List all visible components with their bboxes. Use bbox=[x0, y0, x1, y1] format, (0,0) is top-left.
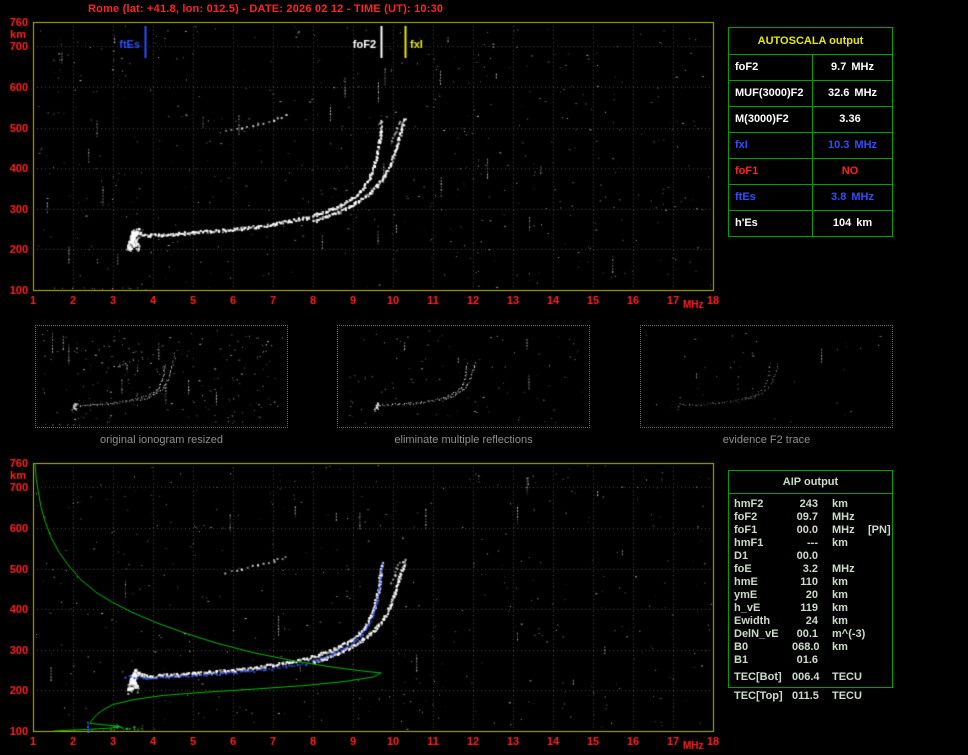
aip-row-foF2: foF2 09.7 MHz bbox=[729, 511, 892, 524]
row-value: 011.5 bbox=[792, 690, 819, 702]
row-value: 20 bbox=[805, 589, 818, 601]
row-value: 9.7 MHz bbox=[831, 61, 874, 73]
aip-row-TEC-bot: TEC[Bot] 006.4 TECU bbox=[729, 671, 892, 684]
row-label: fxI bbox=[729, 133, 813, 158]
aip-row-foF1: foF1 00.0 MHz [PN] bbox=[729, 524, 892, 537]
row-value: 3.8 MHz bbox=[831, 191, 874, 203]
bottom-ionogram-plot bbox=[0, 455, 725, 755]
thumbnail-evidence-f2-trace bbox=[640, 325, 893, 428]
row-unit: km bbox=[832, 615, 848, 627]
aip-row-hmE: hmE 110 km bbox=[729, 576, 892, 589]
aip-row-h_vE: h_vE 119 km bbox=[729, 602, 892, 615]
row-note: [PN] bbox=[868, 524, 891, 536]
top-ionogram-plot bbox=[0, 14, 725, 318]
row-value: 119 bbox=[800, 602, 818, 614]
row-label: foF2 bbox=[734, 511, 758, 523]
aip-row-Ewidth: Ewidth 24 km bbox=[729, 615, 892, 628]
row-unit: MHz bbox=[832, 563, 855, 575]
row-value: 01.6 bbox=[796, 654, 818, 666]
row-value: 243 bbox=[799, 498, 818, 510]
row-value: 00.1 bbox=[796, 628, 818, 640]
aip-row-ymE: ymE 20 km bbox=[729, 589, 892, 602]
row-unit: km bbox=[832, 537, 848, 549]
thumbnail-caption: original ionogram resized bbox=[100, 434, 223, 446]
row-value: 32.6 MHz bbox=[827, 87, 878, 99]
row-unit: km bbox=[832, 602, 848, 614]
thumbnail-caption: evidence F2 trace bbox=[722, 434, 811, 446]
row-label: ftEs bbox=[729, 185, 813, 210]
row-label: hmE bbox=[734, 576, 758, 588]
row-label: DelN_vE bbox=[734, 628, 779, 640]
table-row-foF1: foF1 NO bbox=[729, 159, 892, 185]
row-label: B0 bbox=[734, 641, 749, 653]
table-row-ftEs: ftEs 3.8 MHz bbox=[729, 185, 892, 211]
aip-row-D1: D1 00.0 bbox=[729, 550, 892, 563]
row-unit: m^(-3) bbox=[832, 628, 866, 640]
row-value: NO bbox=[841, 165, 859, 177]
row-unit: TECU bbox=[832, 690, 862, 702]
row-value: 110 bbox=[800, 576, 818, 588]
row-value: 00.0 bbox=[796, 524, 818, 536]
row-value: 3.36 bbox=[839, 113, 861, 125]
row-value: 24 bbox=[805, 615, 818, 627]
row-label: hmF2 bbox=[734, 498, 764, 510]
row-value: --- bbox=[807, 537, 818, 549]
row-label: h_vE bbox=[734, 602, 761, 614]
row-label: B1 bbox=[734, 654, 749, 666]
aip-row-B0: B0 068.0 km bbox=[729, 641, 892, 654]
row-label: ymE bbox=[734, 589, 758, 601]
row-value: 09.7 bbox=[796, 511, 818, 523]
row-label: foF1 bbox=[729, 159, 813, 184]
row-value: 104 km bbox=[832, 217, 873, 229]
row-unit: km bbox=[832, 589, 848, 601]
aip-row-foE: foE 3.2 MHz bbox=[729, 563, 892, 576]
row-unit: km bbox=[832, 576, 848, 588]
autoscala-output-table: AUTOSCALA output foF2 9.7 MHz MUF(3000)F2… bbox=[728, 27, 893, 237]
row-label: foF1 bbox=[734, 524, 758, 536]
row-label: M(3000)F2 bbox=[729, 107, 813, 132]
aip-row-hmF1: hmF1 --- km bbox=[729, 537, 892, 550]
row-value: 10.3 MHz bbox=[827, 139, 878, 151]
autoscala-table-title: AUTOSCALA output bbox=[729, 28, 892, 55]
table-row-foF2: foF2 9.7 MHz bbox=[729, 55, 892, 81]
aip-output-panel: AIP output hmF2 243 km foF2 09.7 MHz foF1 00.… bbox=[728, 470, 893, 703]
row-value: 068.0 bbox=[792, 641, 820, 653]
row-value: 00.0 bbox=[796, 550, 818, 562]
aip-table-title: AIP output bbox=[729, 471, 892, 494]
aip-row-B1: B1 01.6 bbox=[729, 654, 892, 667]
row-label: foE bbox=[734, 563, 752, 575]
row-label: TEC[Top] bbox=[734, 690, 783, 702]
row-unit bbox=[818, 654, 864, 667]
row-value: 3.2 bbox=[802, 563, 818, 575]
row-value: 006.4 bbox=[792, 671, 820, 683]
row-label: MUF(3000)F2 bbox=[729, 81, 813, 106]
row-label: h'Es bbox=[729, 211, 813, 236]
table-row-fxI: fxI 10.3 MHz bbox=[729, 133, 892, 159]
aip-row-DelN_vE: DelN_vE 00.1 m^(-3) bbox=[729, 628, 892, 641]
aip-row-TEC-top: TEC[Top] 011.5 TECU bbox=[728, 690, 893, 703]
row-unit: km bbox=[832, 641, 848, 653]
table-row-muf3000f2: MUF(3000)F2 32.6 MHz bbox=[729, 81, 892, 107]
aip-output-table: AIP output hmF2 243 km foF2 09.7 MHz foF1 00.… bbox=[728, 470, 893, 688]
row-unit: MHz bbox=[832, 511, 855, 523]
autoscala-screen: Rome (lat: +41.8, lon: 012.5) - DATE: 20… bbox=[0, 0, 968, 755]
row-label: Ewidth bbox=[734, 615, 771, 627]
thumbnail-original-ionogram bbox=[35, 325, 288, 428]
row-label: foF2 bbox=[729, 55, 813, 80]
row-unit: TECU bbox=[832, 671, 862, 683]
row-unit: MHz bbox=[832, 524, 855, 536]
table-row-m3000f2: M(3000)F2 3.36 bbox=[729, 107, 892, 133]
row-label: TEC[Bot] bbox=[734, 671, 782, 683]
table-row-hEs: h'Es 104 km bbox=[729, 211, 892, 236]
row-unit: km bbox=[832, 498, 848, 510]
thumbnail-caption: eliminate multiple reflections bbox=[394, 434, 533, 446]
row-label: D1 bbox=[734, 550, 749, 562]
thumbnail-eliminate-reflections bbox=[337, 325, 590, 428]
row-unit bbox=[818, 550, 864, 563]
aip-row-hmF2: hmF2 243 km bbox=[729, 498, 892, 511]
row-label: hmF1 bbox=[734, 537, 764, 549]
